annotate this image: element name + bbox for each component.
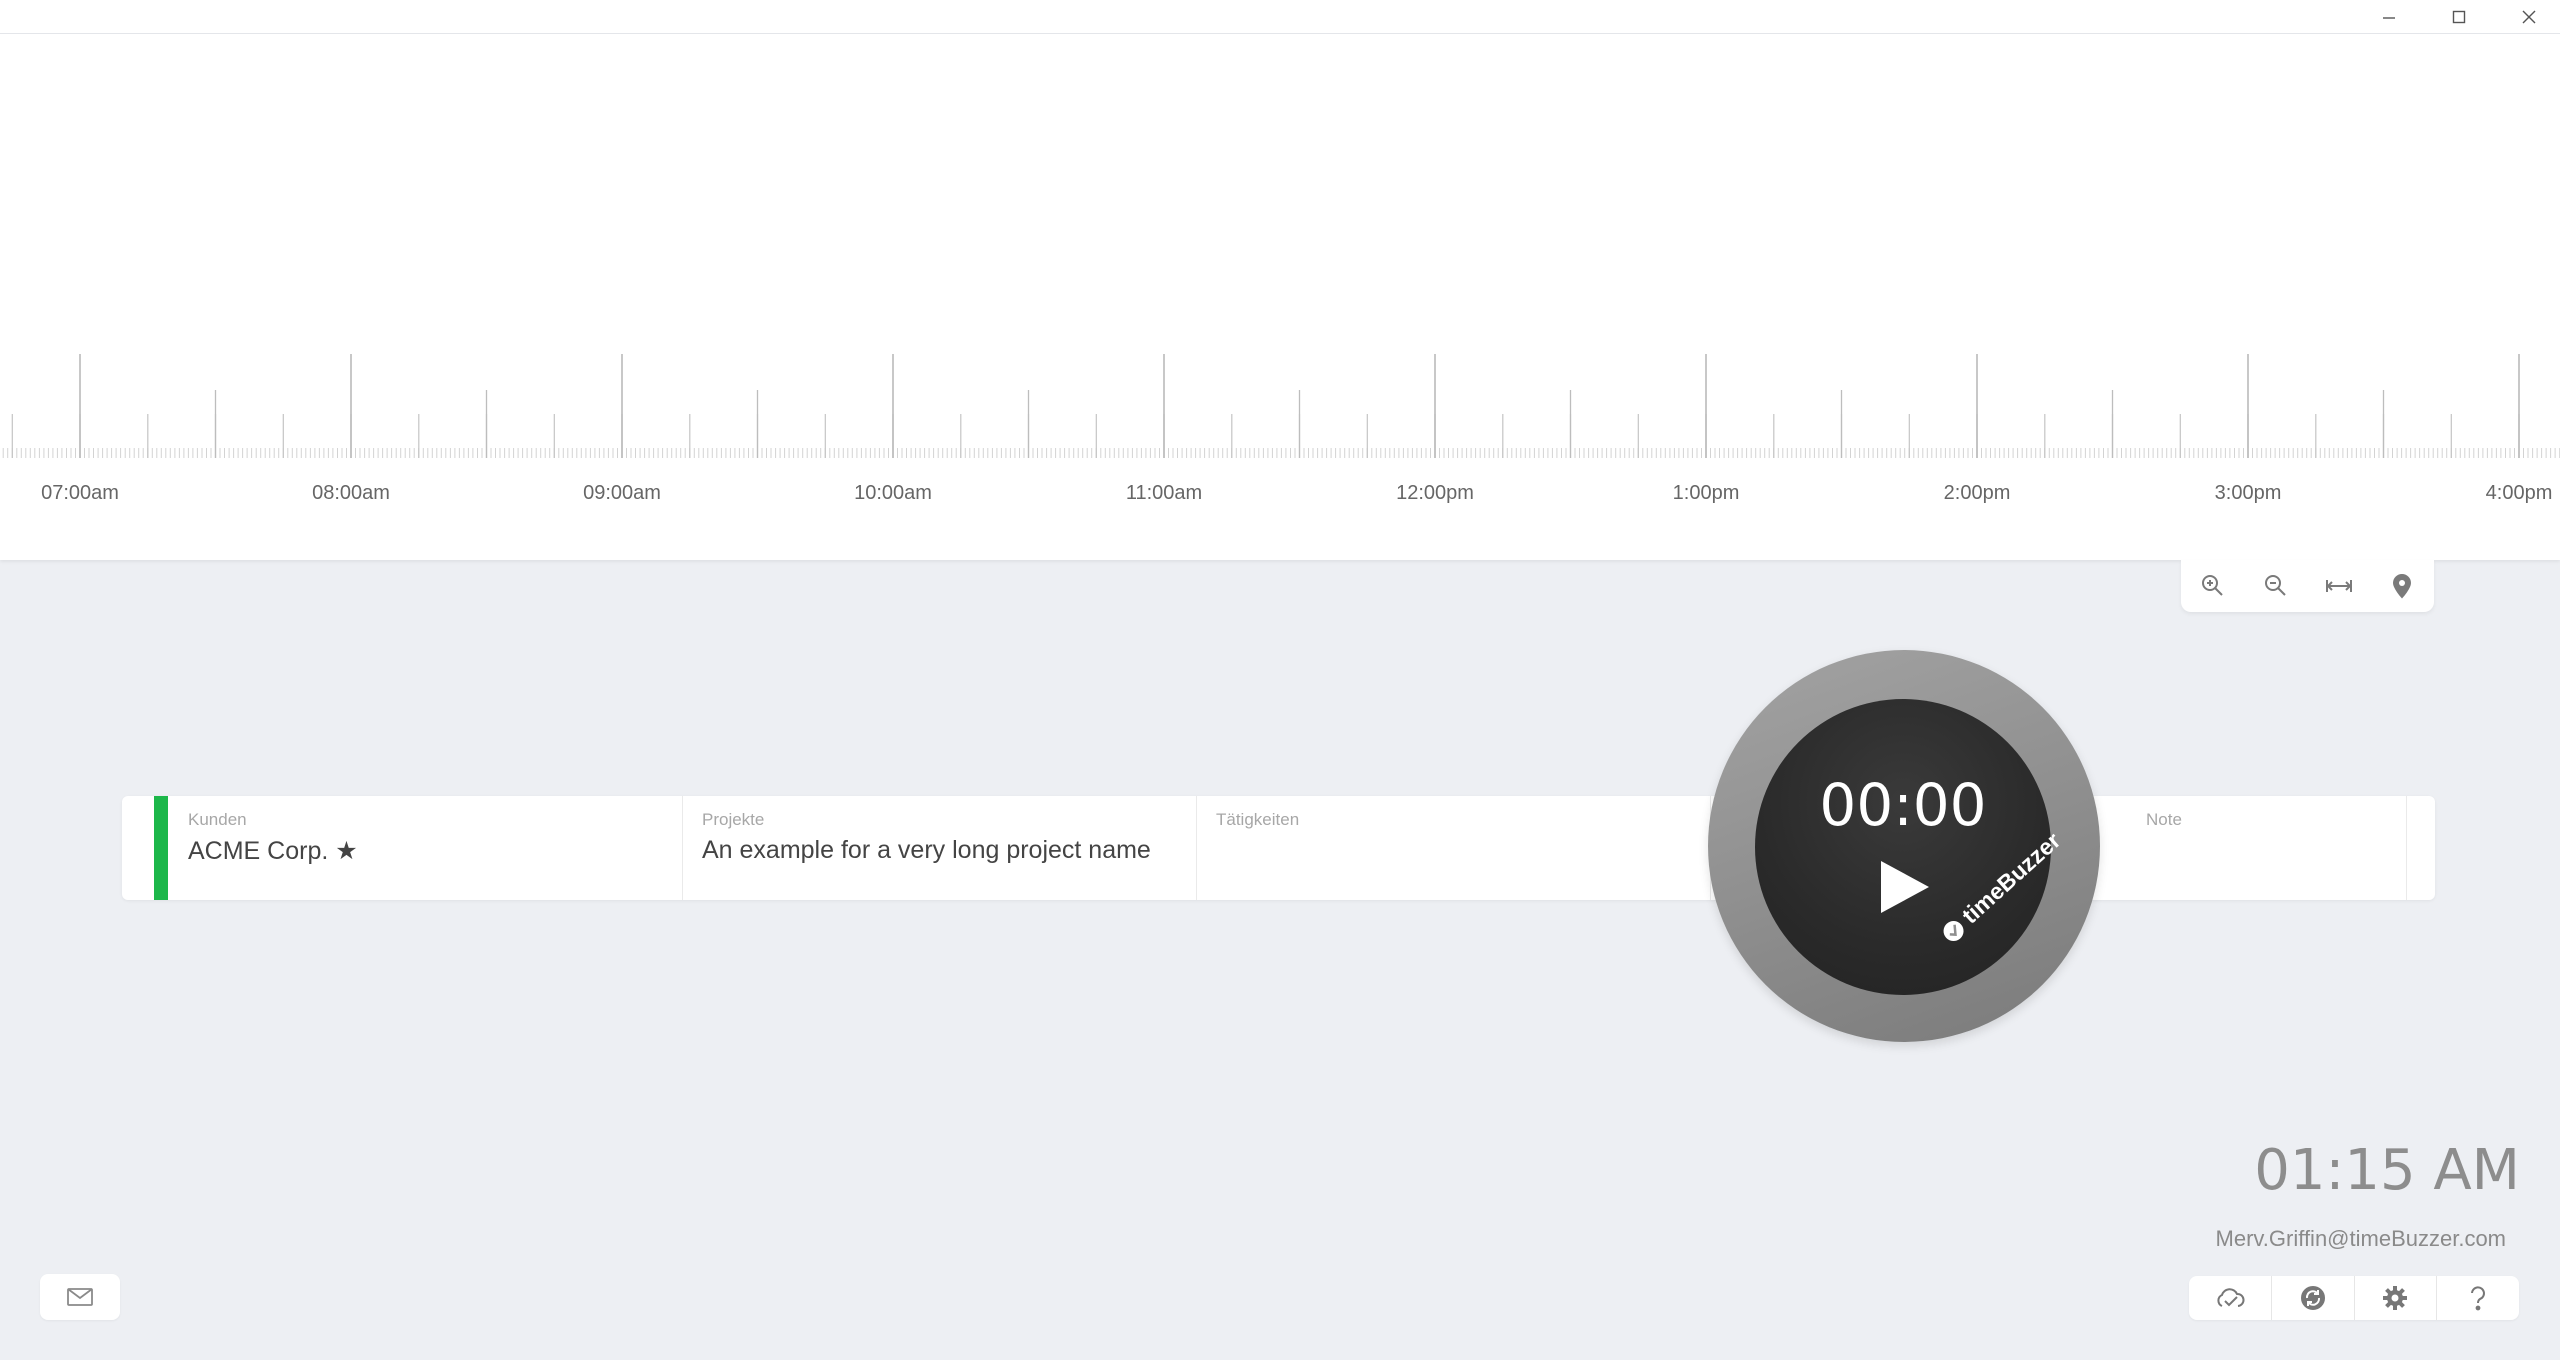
maximize-icon (2452, 10, 2466, 23)
fit-width-button[interactable] (2308, 560, 2371, 612)
client-label: Kunden (188, 810, 247, 829)
client-value: ACME Corp. ★ (188, 837, 358, 865)
timeline-zoom-controls (2181, 560, 2434, 612)
zoom-in-button[interactable] (2181, 560, 2244, 612)
tick-label: 08:00am (312, 482, 390, 504)
cloud-sync-button[interactable] (2189, 1276, 2272, 1320)
current-time-clock: 01:15 AM (2254, 1138, 2520, 1203)
tick-label: 10:00am (854, 482, 932, 504)
project-value: An example for a very long project name (702, 836, 1151, 864)
location-pin-icon (2393, 574, 2412, 599)
tick-label: 2:00pm (1943, 482, 2011, 504)
tick-label: 09:00am (583, 482, 661, 504)
mail-icon (67, 1288, 93, 1306)
settings-button[interactable] (2355, 1276, 2438, 1320)
cloud-check-icon (2217, 1288, 2245, 1307)
zoom-out-button[interactable] (2244, 560, 2307, 612)
help-button[interactable] (2437, 1276, 2519, 1320)
client-color-indicator (154, 796, 168, 900)
close-icon (2522, 10, 2536, 23)
gear-icon (2383, 1286, 2408, 1310)
zoom-out-icon (2264, 575, 2286, 596)
refresh-icon (2300, 1286, 2325, 1310)
tick-label: 1:00pm (1672, 482, 1740, 504)
activity-field[interactable]: Tätigkeiten (1196, 796, 1711, 900)
tick-label: 12:00pm (1396, 482, 1474, 504)
tick-label: 3:00pm (2214, 482, 2282, 504)
project-label: Projekte (702, 810, 765, 829)
title-bar (0, 0, 2560, 34)
note-label: Note (2146, 810, 2182, 829)
play-icon[interactable] (1877, 859, 1933, 915)
timeline[interactable]: 07:00am 08:00am 09:00am 10:00am 11:00am 12:00… (0, 34, 2560, 560)
timebuzzer-dial: 00:00 timeBuzzer (1708, 650, 2100, 1042)
feedback-mail-button[interactable] (40, 1274, 120, 1320)
refresh-button[interactable] (2272, 1276, 2355, 1320)
bottom-toolbar (2189, 1276, 2519, 1320)
start-timer-button[interactable]: 00:00 (1755, 699, 2051, 995)
activity-label: Tätigkeiten (1216, 810, 1300, 829)
locate-now-button[interactable] (2371, 560, 2434, 612)
tick-label: 11:00am (1125, 482, 1203, 504)
help-icon (2471, 1286, 2486, 1311)
close-button[interactable] (2494, 0, 2560, 33)
note-field[interactable]: Note (2108, 796, 2407, 900)
fit-width-icon (2326, 580, 2353, 592)
tick-label: 07:00am (41, 482, 119, 504)
user-email: Merv.Griffin@timeBuzzer.com (2215, 1226, 2506, 1251)
timer-display: 00:00 (1819, 771, 1987, 839)
client-field[interactable]: Kunden ACME Corp. ★ (168, 796, 683, 900)
minimize-icon (2383, 16, 2395, 19)
tick-label: 4:00pm (2485, 482, 2553, 504)
maximize-button[interactable] (2424, 0, 2494, 33)
zoom-in-icon (2201, 575, 2223, 596)
entry-bar-end (2406, 796, 2435, 900)
project-field[interactable]: Projekte An example for a very long proj… (682, 796, 1197, 900)
minimize-button[interactable] (2354, 0, 2424, 33)
